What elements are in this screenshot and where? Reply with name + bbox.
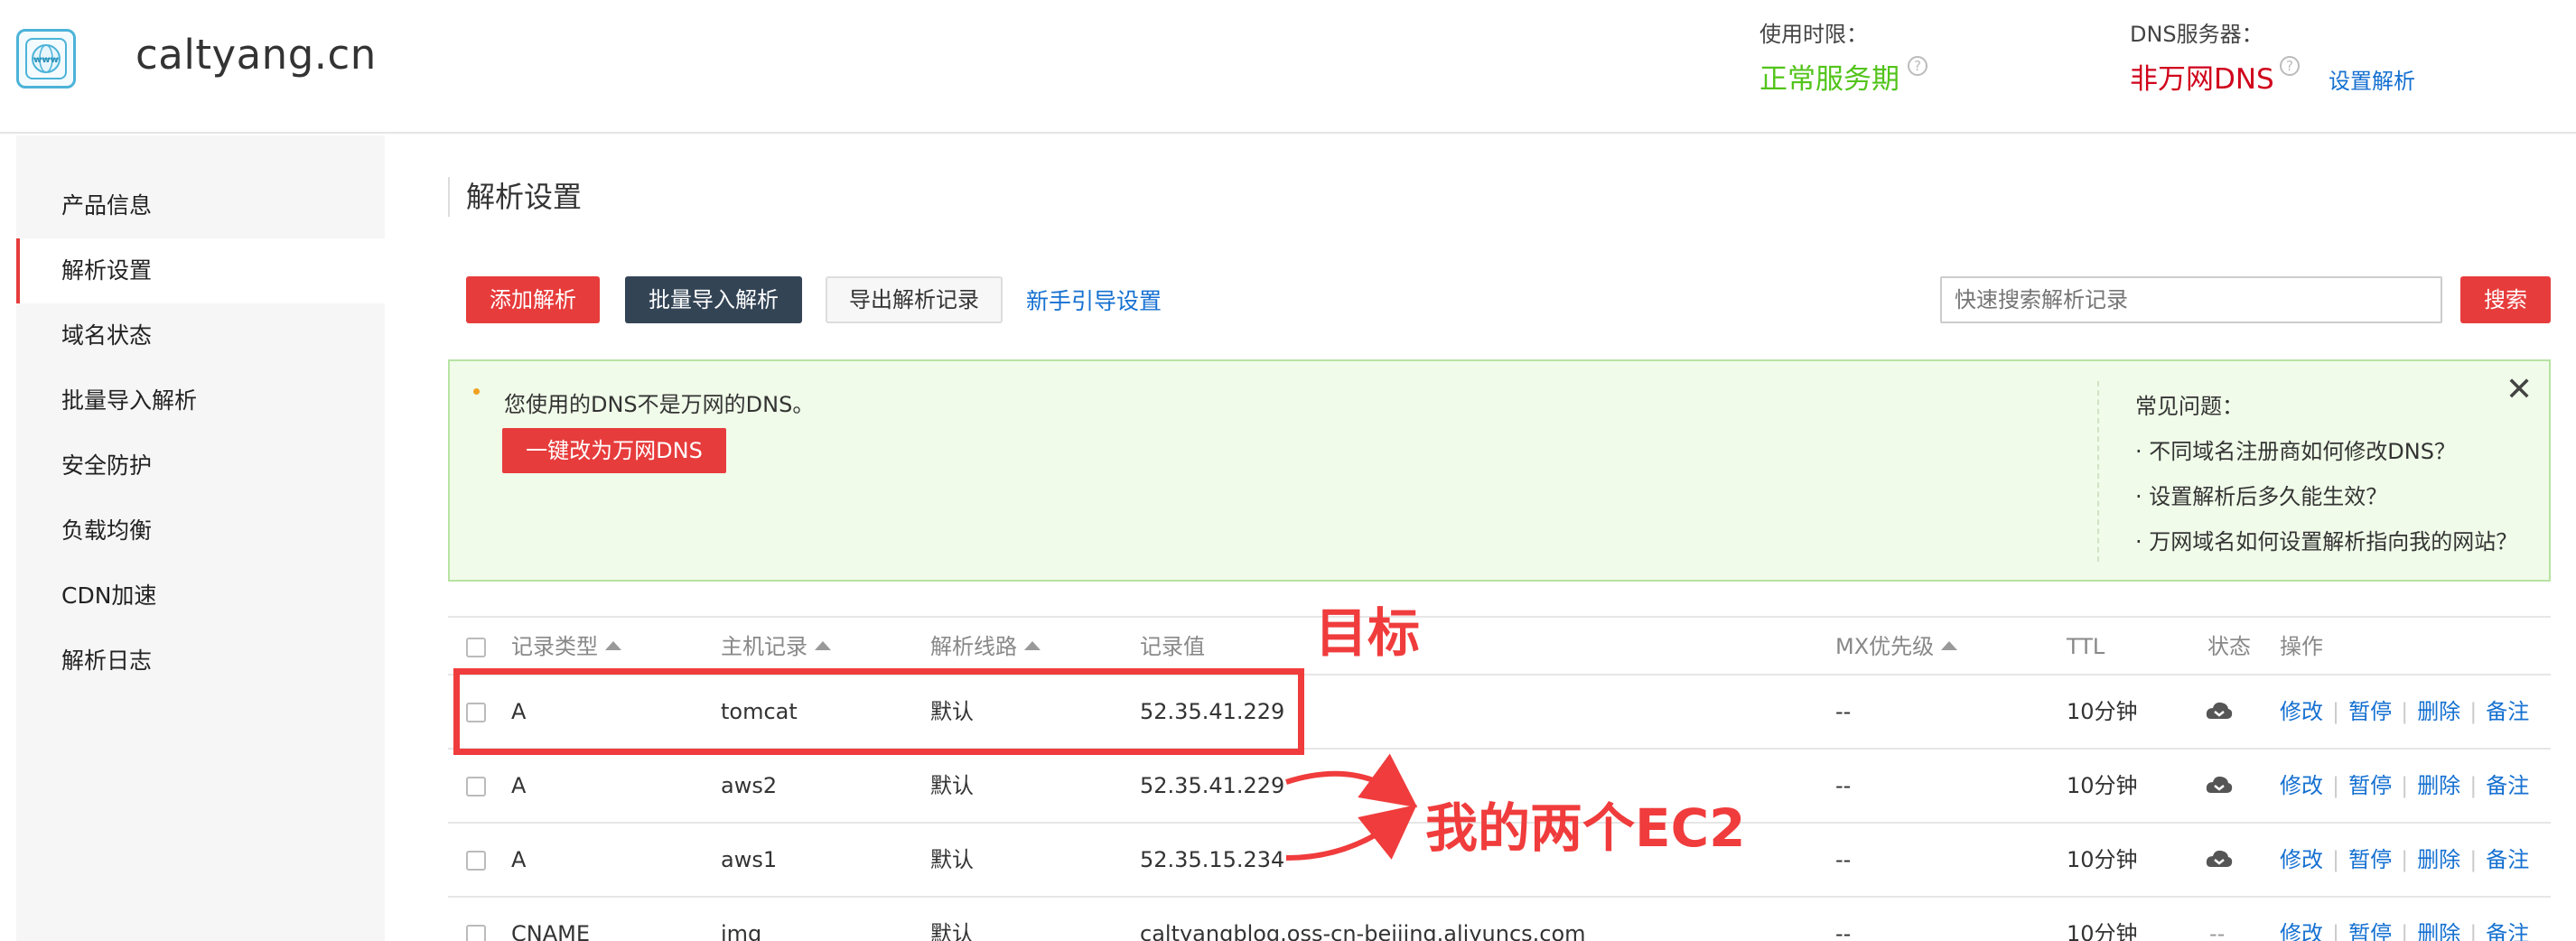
dns-settings-page: www caltyang.cn 使用时限： 正常服务期 ? DNS服务器： 非万… — [0, 0, 2576, 941]
annotation-arrows — [1285, 753, 1418, 861]
arrow-from-aws1 — [1285, 805, 1417, 861]
arrow-from-aws2 — [1285, 753, 1418, 808]
